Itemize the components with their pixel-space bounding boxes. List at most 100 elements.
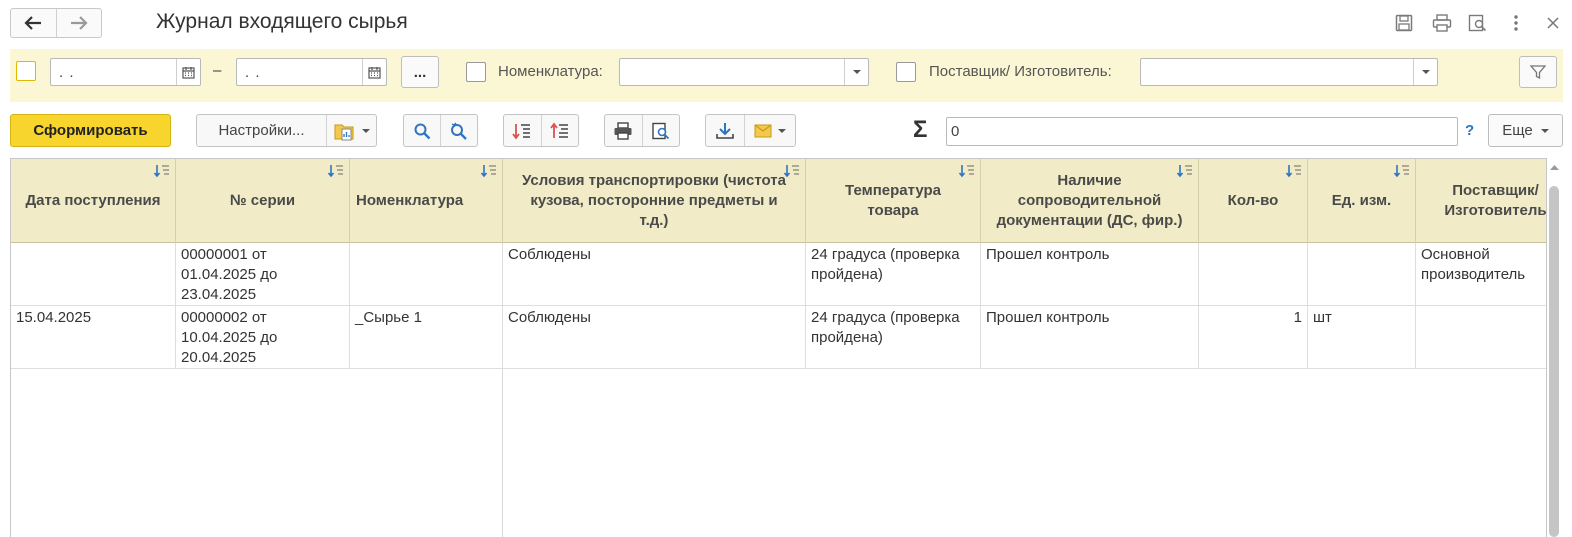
- settings-group: Настройки...: [196, 114, 377, 147]
- dropdown-button[interactable]: [844, 59, 868, 85]
- expand-all-button[interactable]: [504, 115, 541, 146]
- cell-series: 00000001 от 01.04.2025 до 23.04.2025: [176, 243, 350, 305]
- filter-icon: [1530, 65, 1546, 79]
- chevron-down-icon: [361, 128, 370, 133]
- column-header-qty[interactable]: Кол-во: [1199, 159, 1308, 243]
- sort-icon[interactable]: [1176, 164, 1194, 178]
- cell-supplier: [1416, 306, 1546, 368]
- more-menu-icon[interactable]: [1505, 12, 1527, 34]
- cell-documents: Прошел контроль: [981, 306, 1199, 368]
- cell-transport: Соблюдены: [503, 243, 806, 305]
- cell-documents: Прошел контроль: [981, 243, 1199, 305]
- column-header-date[interactable]: Дата поступления: [11, 159, 176, 243]
- select-period-button[interactable]: ...: [401, 56, 439, 88]
- cell-temperature: 24 градуса (проверка пройдена): [806, 243, 981, 305]
- collapse-all-button[interactable]: [540, 115, 579, 146]
- variants-button[interactable]: [326, 115, 376, 146]
- chevron-down-icon: [1421, 70, 1430, 74]
- sort-icon[interactable]: [783, 164, 801, 178]
- cell-series: 00000002 от 10.04.2025 до 20.04.2025: [176, 306, 350, 368]
- settings-button[interactable]: Настройки...: [197, 115, 326, 146]
- scrollbar-thumb[interactable]: [1549, 186, 1559, 537]
- more-button[interactable]: Еще: [1488, 114, 1563, 147]
- search-button[interactable]: [404, 115, 440, 146]
- column-header-nomenclature[interactable]: Номенклатура: [350, 159, 503, 243]
- column-header-unit[interactable]: Ед. изм.: [1308, 159, 1416, 243]
- more-button-label: Еще: [1502, 122, 1533, 139]
- cell-supplier: Основной производитель: [1421, 246, 1526, 283]
- column-header-temperature[interactable]: Температура товара: [806, 159, 981, 243]
- date-from-field[interactable]: . .: [50, 58, 201, 86]
- envelope-icon: [754, 124, 772, 137]
- folder-report-icon: [334, 124, 353, 140]
- close-icon[interactable]: [1542, 12, 1564, 34]
- column-header-documents[interactable]: Наличие сопроводительной документации (Д…: [981, 159, 1199, 243]
- cell-nomenclature: _Сырье 1: [350, 306, 503, 368]
- forward-button[interactable]: [55, 9, 102, 37]
- sort-icon[interactable]: [1393, 164, 1411, 178]
- help-link[interactable]: ?: [1465, 122, 1474, 139]
- fixed-columns-divider: [502, 369, 503, 537]
- chevron-down-icon: [778, 128, 786, 133]
- nomenclature-checkbox[interactable]: [466, 62, 486, 82]
- cell-date: [11, 243, 176, 305]
- sort-icon[interactable]: [480, 164, 498, 178]
- cell-temperature: 24 градуса (проверка пройдена): [806, 306, 981, 368]
- nomenclature-field[interactable]: [619, 58, 869, 86]
- preview-button[interactable]: [641, 115, 680, 146]
- cell-qty: [1199, 243, 1308, 305]
- sort-icon[interactable]: [153, 164, 171, 178]
- table-row[interactable]: 00000001 от 01.04.2025 до 23.04.2025 Соб…: [11, 243, 1546, 306]
- dropdown-button[interactable]: [1413, 59, 1437, 85]
- print-icon: [614, 121, 632, 140]
- column-header-supplier[interactable]: Поставщик/ Изготовитель: [1416, 159, 1546, 243]
- filter-button[interactable]: [1519, 56, 1557, 88]
- period-dash: –: [213, 62, 222, 79]
- cell-nomenclature: [350, 243, 503, 305]
- print-button[interactable]: [605, 115, 642, 146]
- chevron-down-icon: [1540, 128, 1549, 133]
- sort-icon[interactable]: [1285, 164, 1303, 178]
- send-email-button[interactable]: [744, 115, 795, 146]
- date-to-value: . .: [245, 63, 261, 81]
- date-from-value: . .: [59, 63, 75, 81]
- column-header-transport[interactable]: Условия транспортировки (чистота кузова,…: [503, 159, 806, 243]
- download-icon: [716, 122, 734, 139]
- report-table[interactable]: Дата поступления № серии Номенклатура Ус…: [10, 158, 1547, 537]
- column-header-series[interactable]: № серии: [176, 159, 350, 243]
- supplier-field[interactable]: [1140, 58, 1438, 86]
- scroll-up-icon[interactable]: [1550, 164, 1559, 170]
- print-icon[interactable]: [1431, 12, 1453, 34]
- save-icon[interactable]: [1393, 12, 1415, 34]
- search-next-button[interactable]: [440, 115, 477, 146]
- period-checkbox[interactable]: [16, 61, 36, 81]
- cell-date: 15.04.2025: [11, 306, 176, 368]
- generate-button[interactable]: Сформировать: [10, 114, 171, 147]
- calendar-icon[interactable]: [362, 59, 386, 85]
- calendar-icon[interactable]: [176, 59, 200, 85]
- page-title: Журнал входящего сырья: [156, 10, 408, 33]
- arrow-right-icon: [70, 16, 88, 30]
- cell-qty: 1: [1199, 306, 1308, 368]
- save-to-file-button[interactable]: [706, 115, 744, 146]
- search-next-icon: [451, 122, 467, 140]
- search-icon: [414, 123, 431, 139]
- cell-unit: шт: [1308, 306, 1416, 368]
- collapse-groups-icon: [550, 122, 568, 138]
- sum-field[interactable]: 0: [946, 117, 1458, 146]
- print-preview-icon[interactable]: [1467, 12, 1489, 34]
- back-button[interactable]: [11, 9, 56, 37]
- sort-icon[interactable]: [327, 164, 345, 178]
- table-row[interactable]: 15.04.2025 00000002 от 10.04.2025 до 20.…: [11, 306, 1546, 369]
- expand-group: [503, 114, 579, 147]
- supplier-checkbox[interactable]: [896, 62, 916, 82]
- arrow-left-icon: [24, 16, 42, 30]
- print-group: [604, 114, 680, 147]
- chevron-down-icon: [852, 70, 861, 74]
- nomenclature-label: Номенклатура:: [498, 63, 603, 80]
- cell-unit: [1308, 243, 1416, 305]
- sort-icon[interactable]: [958, 164, 976, 178]
- sum-icon: Σ: [913, 116, 928, 143]
- date-to-field[interactable]: . .: [236, 58, 387, 86]
- expand-groups-icon: [512, 123, 531, 139]
